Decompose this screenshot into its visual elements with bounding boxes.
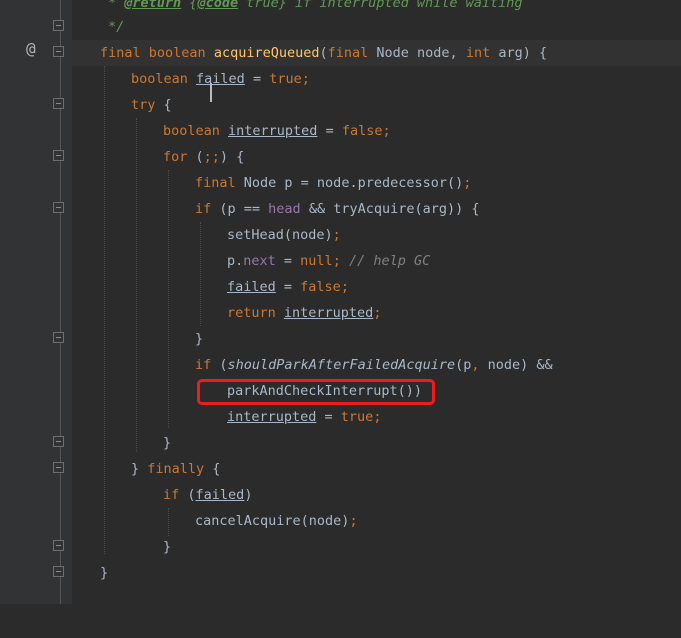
highlight-annotation-box (197, 379, 435, 405)
editor-gutter (0, 0, 72, 604)
code-line: setHead(node); (227, 227, 341, 243)
code-line: try { (131, 97, 172, 113)
code-line: if (failed) (163, 487, 253, 503)
code-line: boolean interrupted = false; (163, 123, 391, 139)
code-line: boolean failed = true; (131, 71, 310, 87)
fold-marker-icon[interactable] (53, 46, 64, 57)
code-line: cancelAcquire(node); (195, 513, 358, 529)
code-line: failed = false; (227, 279, 349, 295)
fold-marker-icon[interactable] (53, 540, 64, 551)
code-line: final Node p = node.predecessor(); (195, 175, 472, 191)
code-line: for (;;) { (163, 149, 245, 165)
fold-marker-icon[interactable] (53, 462, 64, 473)
fold-marker-icon[interactable] (53, 566, 64, 577)
code-line: interrupted = true; (227, 409, 382, 425)
code-line-current: final boolean acquireQueued(final Node n… (72, 40, 681, 102)
gutter-separator (60, 0, 61, 604)
fold-marker-icon[interactable] (53, 98, 64, 109)
code-editor[interactable]: * @return {@code true} if interrupted wh… (72, 0, 681, 604)
code-line: p.next = null; // help GC (227, 253, 431, 269)
code-line: } (163, 539, 172, 555)
code-line: } (100, 565, 109, 581)
code-line: return interrupted; (227, 305, 382, 321)
fold-marker-icon[interactable] (53, 150, 64, 161)
fold-marker-icon[interactable] (53, 20, 64, 31)
override-annotation-icon[interactable]: @ (26, 40, 42, 58)
fold-marker-icon[interactable] (53, 202, 64, 213)
code-line: } (163, 435, 172, 451)
fold-marker-icon[interactable] (53, 332, 64, 343)
code-line: } (195, 331, 204, 347)
code-line: if (shouldParkAfterFailedAcquire(p, node… (195, 357, 553, 373)
fold-marker-icon[interactable] (53, 436, 64, 447)
code-line: } finally { (131, 461, 221, 477)
code-line: */ (108, 19, 125, 35)
code-line: if (p == head && tryAcquire(arg)) { (195, 201, 480, 217)
